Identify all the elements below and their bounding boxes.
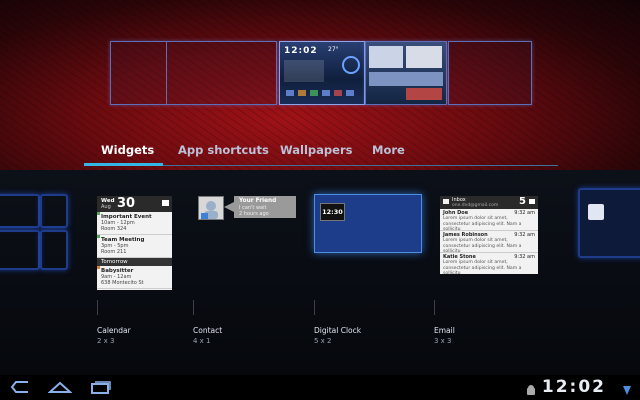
mini-app-icon	[322, 90, 330, 96]
calendar-event: Babysitter 9am - 12am 638 Montecito St	[97, 266, 172, 289]
calendar-day: 30	[117, 196, 136, 211]
widget-divider	[97, 300, 98, 315]
tab-widgets[interactable]: Widgets	[101, 143, 154, 157]
email-message: Katie Stone 9:32 am Lorem ipsum dolor si…	[440, 253, 538, 274]
mini-bookmarks-widget	[369, 72, 443, 86]
event-place: Room 324	[101, 226, 127, 232]
back-icon[interactable]	[8, 379, 32, 395]
email-message: James Robinson 9:32 am Lorem ipsum dolor…	[440, 231, 538, 254]
calendar-icon	[162, 200, 169, 206]
email-widget-preview[interactable]: Inbox one.dvd@gmail.com 5 John Doe 9:32 …	[440, 196, 538, 274]
contact-name: Your Friend	[239, 198, 277, 204]
android-debug-icon	[526, 381, 536, 395]
mini-weather-widget: 27°	[328, 46, 339, 53]
calendar-month: Aug	[101, 204, 111, 210]
wifi-signal-icon	[622, 381, 632, 395]
home-screen-5[interactable]	[448, 41, 532, 105]
event-color-icon	[97, 235, 100, 238]
home-screen-strip: 12:02 27°	[0, 0, 640, 140]
widget-size-digital-clock: 5 x 2	[314, 337, 332, 345]
edge-widget-preview-left-bottom[interactable]	[0, 230, 40, 270]
tab-app-shortcuts[interactable]: App shortcuts	[178, 143, 269, 157]
mini-youtube-widget	[406, 88, 442, 100]
contact-widget-preview[interactable]: Your Friend I can't wait 2 hours ago	[198, 196, 296, 220]
mini-clock-widget: 12:02	[284, 46, 318, 56]
mini-search-orb-icon	[342, 56, 360, 74]
digital-clock-widget-preview[interactable]: 12:30	[314, 194, 422, 253]
email-time: 9:32 am	[514, 210, 535, 216]
email-unread-count: 5	[519, 196, 526, 207]
mini-email-widget	[406, 46, 442, 68]
calendar-tomorrow-label: Tomorrow	[97, 258, 172, 266]
mini-app-icon	[346, 90, 354, 96]
edge-widget-preview-left-bottom-2[interactable]	[40, 230, 68, 270]
tab-active-indicator	[84, 163, 163, 166]
contact-bubble-pointer	[224, 202, 234, 212]
mini-widget-panel	[284, 60, 324, 82]
widget-name-contact: Contact	[193, 326, 223, 335]
event-color-icon	[97, 266, 100, 269]
event-place: Room 211	[101, 249, 127, 255]
calendar-event: Important Event 10am - 12pm Room 324	[97, 212, 172, 235]
recent-apps-icon[interactable]	[88, 379, 112, 395]
email-time: 9:32 am	[514, 232, 535, 238]
widget-size-contact: 4 x 1	[193, 337, 211, 345]
system-clock[interactable]: 12:02	[542, 377, 606, 397]
system-bar: 12:02	[0, 375, 640, 400]
edge-widget-preview-right[interactable]	[578, 188, 640, 258]
envelope-icon	[443, 199, 449, 204]
tab-more[interactable]: More	[372, 143, 405, 157]
widget-name-digital-clock: Digital Clock	[314, 326, 362, 335]
event-color-icon	[97, 212, 100, 215]
widget-divider	[193, 300, 194, 315]
app-icon	[588, 204, 604, 220]
event-place: 638 Montecito St	[101, 280, 144, 286]
home-screen-current[interactable]: 12:02 27°	[279, 41, 365, 105]
email-message: John Doe 9:32 am Lorem ipsum dolor sit a…	[440, 209, 538, 232]
digital-clock-face: 12:30	[320, 203, 345, 221]
widget-divider	[434, 300, 435, 315]
widget-size-email: 3 x 3	[434, 337, 452, 345]
compose-icon	[529, 199, 535, 204]
edge-widget-preview-left-top-2[interactable]	[40, 194, 68, 228]
customize-tab-bar: Widgets App shortcuts Wallpapers More	[0, 138, 640, 170]
contact-avatar-icon	[198, 196, 224, 220]
calendar-event: Team Meeting 3pm - 5pm Room 211	[97, 235, 172, 258]
widget-divider	[314, 300, 315, 315]
mini-app-icon	[334, 90, 342, 96]
home-icon[interactable]	[47, 379, 73, 395]
tab-wallpapers[interactable]: Wallpapers	[280, 143, 352, 157]
widget-name-calendar: Calendar	[97, 326, 131, 335]
mini-photo-widget	[369, 46, 403, 68]
email-time: 9:32 am	[514, 254, 535, 260]
mini-app-icon	[310, 90, 318, 96]
mini-app-icon	[298, 90, 306, 96]
home-screen-4[interactable]	[365, 41, 447, 105]
widget-size-calendar: 2 x 3	[97, 337, 115, 345]
edge-widget-preview-left-top[interactable]	[0, 194, 40, 228]
email-account: one.dvd@gmail.com	[452, 203, 499, 208]
home-screen-1[interactable]	[110, 41, 277, 105]
contact-status-bubble: Your Friend I can't wait 2 hours ago	[234, 196, 296, 218]
mini-app-icon	[286, 90, 294, 96]
calendar-widget-preview[interactable]: Wed Aug 30 Important Event 10am - 12pm R…	[97, 196, 172, 290]
contact-ago: 2 hours ago	[239, 211, 269, 217]
email-preview: Lorem ipsum dolor sit amet, consectetur …	[443, 260, 522, 274]
widget-name-email: Email	[434, 326, 455, 335]
